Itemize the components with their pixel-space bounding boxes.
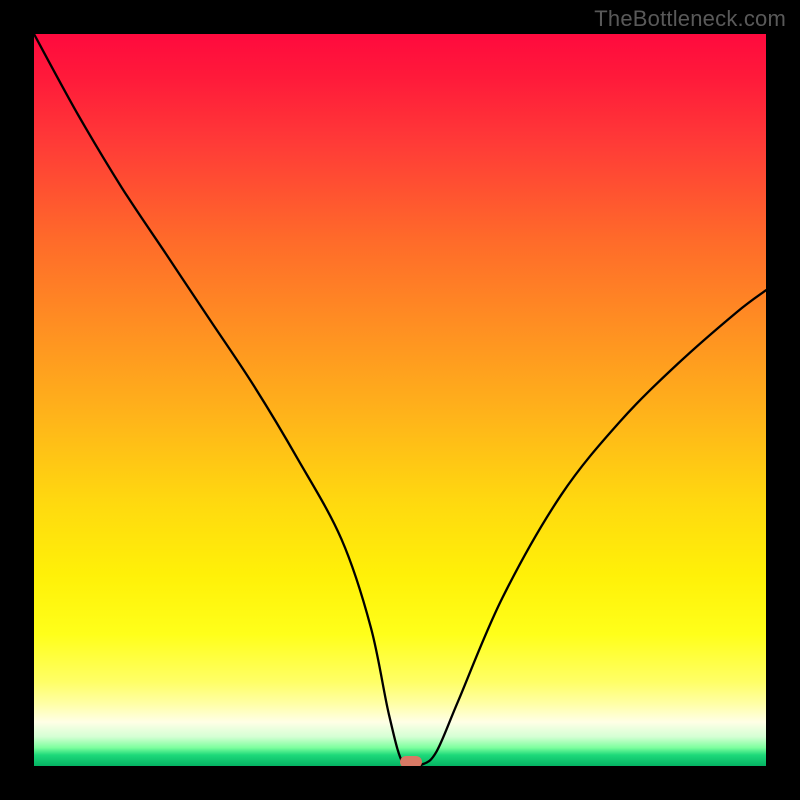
watermark-text: TheBottleneck.com — [594, 6, 786, 32]
optimal-marker — [400, 756, 422, 766]
bottleneck-curve — [34, 34, 766, 766]
curve-path — [34, 34, 766, 766]
plot-area — [34, 34, 766, 766]
chart-frame: TheBottleneck.com — [0, 0, 800, 800]
